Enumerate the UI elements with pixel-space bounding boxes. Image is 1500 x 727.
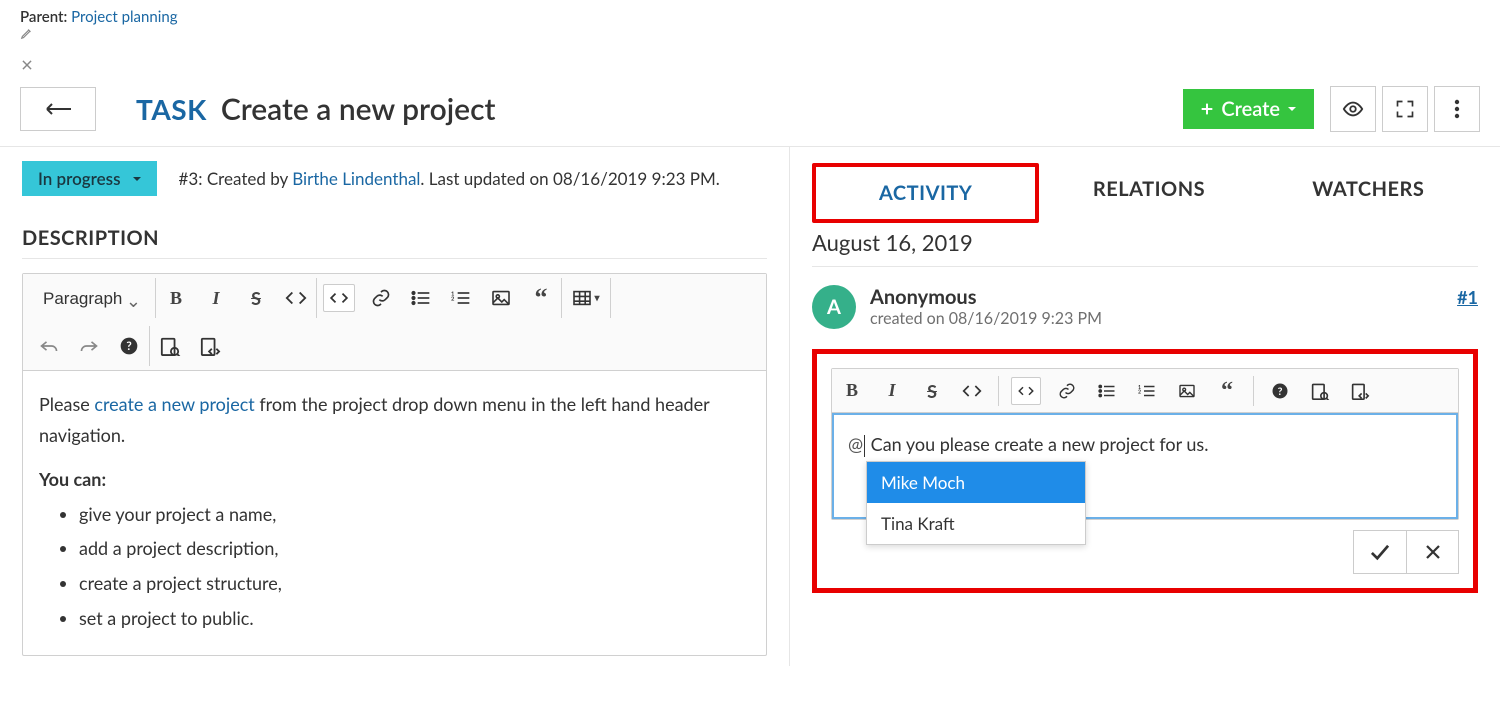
content-area: In progress #3: Created by Birthe Linden…	[0, 147, 1500, 666]
list-item: give your project a name,	[79, 499, 750, 530]
bullet-list-icon[interactable]	[1093, 377, 1121, 405]
activity-entry: A Anonymous #1 created on 08/16/2019 9:2…	[812, 285, 1478, 329]
comment-editor: B I S	[831, 368, 1459, 520]
entry-author: Anonymous	[870, 285, 977, 309]
list-item: set a project to public.	[79, 603, 750, 634]
pencil-icon[interactable]	[20, 26, 1480, 40]
strike-icon[interactable]: S	[242, 284, 270, 312]
activity-date-header: August 16, 2019	[812, 223, 1478, 267]
preview-icon[interactable]	[156, 332, 184, 360]
comment-toolbar: B I S	[832, 369, 1458, 413]
strike-icon[interactable]: S	[918, 377, 946, 405]
mention-option[interactable]: Tina Kraft	[867, 503, 1085, 544]
close-icon[interactable]	[20, 58, 1480, 72]
code-icon[interactable]	[958, 377, 986, 405]
code-block-icon[interactable]	[323, 284, 355, 312]
quote-icon[interactable]: “	[1213, 377, 1241, 405]
redo-icon[interactable]	[75, 332, 103, 360]
right-column: ACTIVITY RELATIONS WATCHERS August 16, 2…	[790, 147, 1500, 666]
numbered-list-icon[interactable]: 12	[1133, 377, 1161, 405]
help-icon[interactable]: ?	[1266, 377, 1294, 405]
parent-label: Parent:	[20, 8, 67, 26]
mention-trigger: @	[848, 433, 863, 455]
tab-activity[interactable]: ACTIVITY	[812, 163, 1039, 223]
text-cursor	[864, 435, 865, 457]
svg-text:2: 2	[1138, 389, 1141, 395]
numbered-list-icon[interactable]: 12	[447, 284, 475, 312]
bold-icon[interactable]: B	[162, 284, 190, 312]
avatar: A	[812, 285, 856, 329]
image-icon[interactable]	[487, 284, 515, 312]
comment-area: B I S	[812, 349, 1478, 593]
fullscreen-icon[interactable]	[1382, 86, 1428, 132]
preview-icon[interactable]	[1306, 377, 1334, 405]
author-link[interactable]: Birthe Lindenthal	[292, 168, 420, 189]
list-item: create a project structure,	[79, 568, 750, 599]
link-icon[interactable]	[367, 284, 395, 312]
italic-icon[interactable]: I	[878, 377, 906, 405]
table-icon[interactable]: ▾	[568, 284, 604, 312]
header-row: TASK Create a new project Create	[0, 76, 1500, 147]
undo-icon[interactable]	[35, 332, 63, 360]
status-meta: #3: Created by Birthe Lindenthal. Last u…	[179, 168, 720, 189]
description-editor: Paragraph B I S	[22, 273, 767, 656]
description-heading: DESCRIPTION	[22, 226, 767, 259]
create-project-link[interactable]: create a new project	[94, 393, 254, 415]
tab-relations[interactable]: RELATIONS	[1039, 163, 1258, 223]
confirm-button[interactable]	[1354, 531, 1406, 573]
block-format-select[interactable]: Paragraph	[35, 283, 149, 314]
left-column: In progress #3: Created by Birthe Linden…	[0, 147, 790, 666]
more-menu-icon[interactable]	[1434, 86, 1480, 132]
code-block-icon[interactable]	[1011, 377, 1041, 405]
description-list: give your project a name, add a project …	[39, 499, 750, 633]
help-icon[interactable]: ?	[115, 332, 143, 360]
entry-number[interactable]: #1	[1457, 286, 1478, 308]
work-package-type: TASK	[136, 92, 207, 126]
tab-watchers[interactable]: WATCHERS	[1259, 163, 1478, 223]
svg-text:?: ?	[1278, 385, 1283, 397]
source-icon[interactable]	[1346, 377, 1374, 405]
comment-text: Can you please create a new project for …	[866, 433, 1208, 455]
mention-popup: Mike Moch Tina Kraft	[866, 461, 1086, 545]
back-button[interactable]	[20, 87, 96, 131]
quote-icon[interactable]: “	[527, 284, 555, 312]
parent-link[interactable]: Project planning	[71, 8, 177, 26]
create-button[interactable]: Create	[1183, 89, 1314, 129]
create-button-label: Create	[1221, 97, 1280, 121]
link-icon[interactable]	[1053, 377, 1081, 405]
bullet-list-icon[interactable]	[407, 284, 435, 312]
svg-text:2: 2	[451, 296, 455, 303]
image-icon[interactable]	[1173, 377, 1201, 405]
code-icon[interactable]	[282, 284, 310, 312]
status-row: In progress #3: Created by Birthe Linden…	[22, 161, 767, 196]
description-toolbar: Paragraph B I S	[23, 274, 766, 371]
comment-body[interactable]: @ Can you please create a new project fo…	[832, 413, 1458, 519]
italic-icon[interactable]: I	[202, 284, 230, 312]
entry-subtitle: created on 08/16/2019 9:23 PM	[870, 309, 1478, 328]
work-package-title[interactable]: Create a new project	[221, 91, 496, 127]
list-item: add a project description,	[79, 533, 750, 564]
you-can-label: You can:	[39, 464, 750, 495]
mention-option[interactable]: Mike Moch	[867, 462, 1085, 503]
status-dropdown[interactable]: In progress	[22, 161, 157, 196]
bold-icon[interactable]: B	[838, 377, 866, 405]
cancel-button[interactable]	[1406, 531, 1458, 573]
svg-text:?: ?	[126, 339, 131, 353]
watch-icon[interactable]	[1330, 86, 1376, 132]
status-value: In progress	[38, 168, 121, 189]
parent-row: Parent: Project planning	[0, 0, 1500, 76]
tabs: ACTIVITY RELATIONS WATCHERS	[812, 163, 1478, 223]
source-icon[interactable]	[196, 332, 224, 360]
description-body[interactable]: Please create a new project from the pro…	[23, 371, 766, 655]
